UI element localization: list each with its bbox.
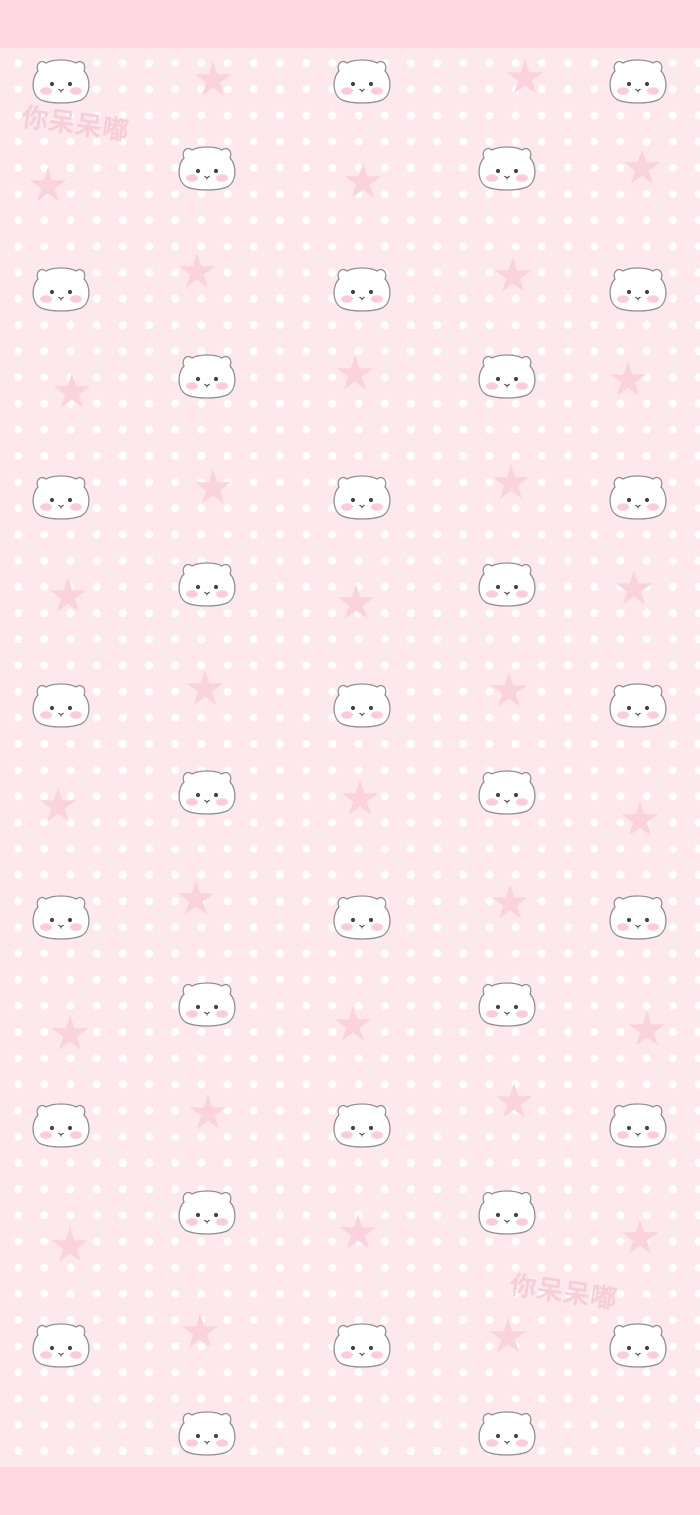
bear-face-icon: [330, 679, 394, 729]
bear-face-icon: [29, 679, 93, 729]
bear-face-icon: [330, 471, 394, 521]
bear-face-icon: [175, 558, 239, 608]
bear-face-icon: [29, 263, 93, 313]
bear-face-icon: [475, 1186, 539, 1236]
bear-face-icon: [175, 978, 239, 1028]
bear-face-icon: [330, 263, 394, 313]
bear-face-icon: [175, 350, 239, 400]
bear-face-icon: [175, 766, 239, 816]
bear-face-icon: [330, 891, 394, 941]
bear-face-icon: [606, 55, 670, 105]
bear-face-icon: [29, 55, 93, 105]
bear-face-icon: [29, 471, 93, 521]
bear-face-icon: [606, 891, 670, 941]
bear-face-icon: [330, 55, 394, 105]
bear-face-icon: [606, 1319, 670, 1369]
bear-layer: [0, 0, 700, 1515]
bear-face-icon: [29, 1319, 93, 1369]
bear-face-icon: [29, 891, 93, 941]
bear-face-icon: [330, 1319, 394, 1369]
bear-face-icon: [475, 558, 539, 608]
bear-face-icon: [606, 1099, 670, 1149]
bear-face-icon: [475, 350, 539, 400]
bear-face-icon: [606, 263, 670, 313]
bear-face-icon: [475, 766, 539, 816]
bear-face-icon: [330, 1099, 394, 1149]
bottom-band: [0, 1467, 700, 1515]
bear-face-icon: [29, 1099, 93, 1149]
bear-face-icon: [175, 1186, 239, 1236]
bear-face-icon: [606, 679, 670, 729]
bear-face-icon: [175, 142, 239, 192]
bear-face-icon: [475, 1407, 539, 1457]
bear-face-icon: [475, 978, 539, 1028]
bear-face-icon: [175, 1407, 239, 1457]
bear-face-icon: [606, 471, 670, 521]
bear-face-icon: [475, 142, 539, 192]
